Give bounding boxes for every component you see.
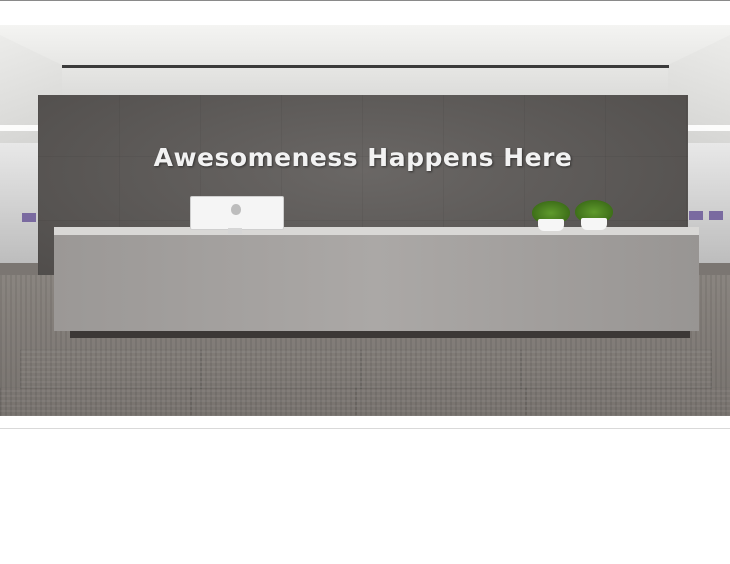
ceiling-trim [62, 65, 669, 68]
floor-tile [0, 387, 192, 416]
office-area-left [0, 143, 40, 263]
ceiling-light-right [686, 125, 730, 131]
reception-photo: Awesomeness Happens Here [0, 25, 730, 416]
ceiling-light-left [0, 125, 38, 131]
monitor-stand [228, 228, 242, 234]
desk-monitor [190, 196, 284, 230]
monitor-icon [22, 213, 36, 222]
monitor-icon [709, 211, 723, 220]
ceiling [0, 25, 730, 97]
floor-tile [355, 387, 527, 416]
floor-tile [360, 349, 522, 389]
floor-tile [525, 387, 730, 416]
plant-pot [538, 219, 564, 231]
floor-tile [190, 387, 357, 416]
plant-pot [581, 218, 607, 230]
reception-desk [54, 233, 699, 331]
wall-sign-text: Awesomeness Happens Here [153, 143, 573, 172]
floor-tile [200, 349, 362, 389]
page: Awesomeness Happens Here [0, 0, 730, 564]
monitor-icon [689, 211, 703, 220]
bottom-divider [0, 428, 730, 429]
plant-icon [575, 200, 613, 220]
apple-logo-icon [231, 204, 241, 215]
floor-tile [520, 349, 712, 389]
plant-icon [532, 201, 570, 221]
floor-tile [20, 349, 202, 389]
top-divider [0, 0, 730, 1]
